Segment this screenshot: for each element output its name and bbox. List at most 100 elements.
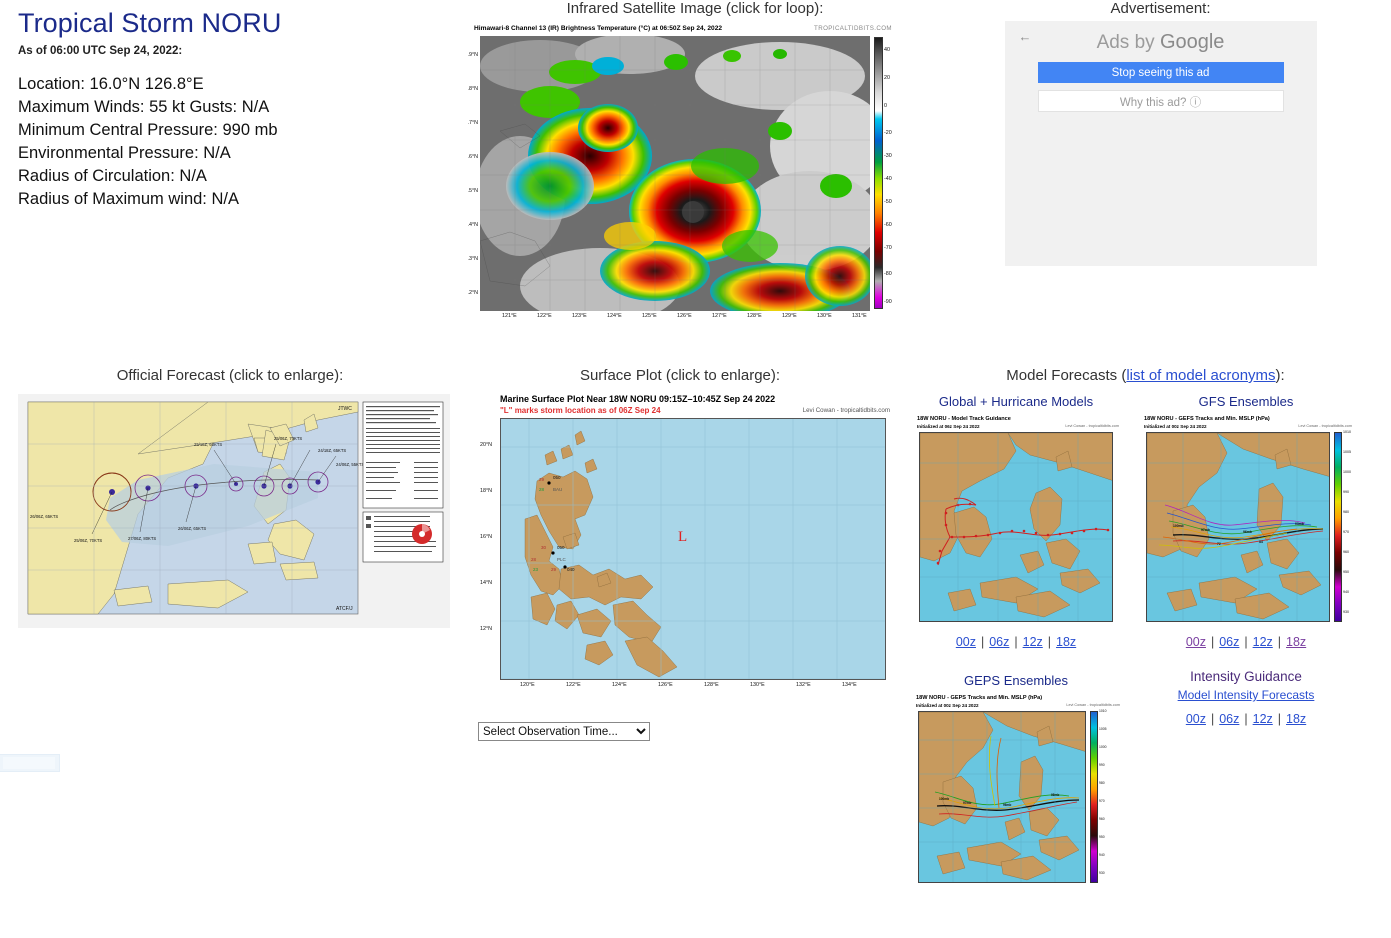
stat-radius-circulation: Radius of Circulation: N/A xyxy=(18,167,207,185)
ir-cloud-field xyxy=(480,36,870,311)
panel-subtitle-global-models: Global + Hurricane Models xyxy=(938,394,1094,409)
svg-text:23: 23 xyxy=(533,567,539,572)
official-forecast-column: Official Forecast (click to enlarge): 24… xyxy=(0,367,460,628)
google-brand-text: Google xyxy=(1159,31,1225,53)
official-forecast-heading: Official Forecast (click to enlarge): xyxy=(116,367,344,384)
as-of-timestamp: As of 06:00 UTC Sep 24, 2022: xyxy=(18,45,183,57)
stat-location: Location: 16.0°N 126.8°E xyxy=(18,75,204,93)
track-label: 26/06Z, 65KTS xyxy=(30,514,58,519)
top-row: Tropical Storm NORU As of 06:00 UTC Sep … xyxy=(0,0,1391,331)
geps-colorbar-ticks: 1010 1005 1000 990 980 970 960 950 940 9… xyxy=(1099,709,1107,875)
track-label: 25/06Z, 70KTS xyxy=(74,538,102,543)
geps-tracks-image[interactable]: 18W NORU - GEPS Tracks and Min. MSLP (hP… xyxy=(910,694,1122,890)
satellite-watermark: TROPICALTIDBITS.COM xyxy=(814,25,892,32)
svg-text:84: 84 xyxy=(1259,540,1263,544)
svg-text:72: 72 xyxy=(1217,542,1221,546)
run-time-06z[interactable]: 06z xyxy=(989,635,1009,649)
advertisement-column: Advertisement: ← Ads by Google Stop seei… xyxy=(930,0,1391,266)
run-time-18z[interactable]: 18z xyxy=(1056,635,1076,649)
stat-min-pressure: Minimum Central Pressure: 990 mb xyxy=(18,121,278,139)
gefs-map: 98mb 96mb 97mb 100mb 72 84 xyxy=(1146,432,1330,622)
svg-text:30: 30 xyxy=(541,545,547,550)
run-time-18z[interactable]: 18z xyxy=(1286,712,1306,726)
svg-text:97mb: 97mb xyxy=(963,801,971,805)
model-panels-row-2: GEPS Ensembles 18W NORU - GEPS Tracks an… xyxy=(900,663,1391,890)
svg-text:97mb: 97mb xyxy=(1201,528,1210,532)
model-forecasts-heading-suffix: ): xyxy=(1275,367,1285,384)
intensity-guidance-link-row: Model Intensity Forecasts xyxy=(1132,688,1360,702)
gefs-title: 18W NORU - GEFS Tracks and Min. MSLP (hP… xyxy=(1144,416,1270,422)
svg-text:98mb: 98mb xyxy=(1295,522,1304,526)
ir-colorbar-ticks: 40 20 0 -20 -30 -40 -50 -60 -70 -80 -90 xyxy=(884,47,892,305)
svg-text:100mb: 100mb xyxy=(1173,524,1184,528)
model-forecasts-heading: Model Forecasts (list of model acronyms)… xyxy=(900,367,1391,384)
surface-plot-title: Marine Surface Plot Near 18W NORU 09:15Z… xyxy=(500,394,776,404)
atcf-label: ATCF/J xyxy=(336,606,353,612)
philippines-map: 29 050 28 BAU 30 050 28 PLC 23 29 040 xyxy=(501,419,885,679)
svg-text:96mb: 96mb xyxy=(1003,803,1011,807)
official-forecast-map[interactable]: 24/18Z, 65KTS 25/06Z, 70KTS 24/06Z, 55KT… xyxy=(18,394,450,628)
run-time-00z[interactable]: 00z xyxy=(1186,635,1206,649)
run-time-00z[interactable]: 00z xyxy=(1186,712,1206,726)
model-track-title: 18W NORU - Model Track Guidance xyxy=(917,416,1011,422)
surface-longitude-axis: 120°E 122°E 124°E 126°E 128°E 130°E 132°… xyxy=(520,682,857,688)
storm-info-panel: Tropical Storm NORU As of 06:00 UTC Sep … xyxy=(0,0,460,211)
satellite-heading: Infrared Satellite Image (click for loop… xyxy=(566,0,824,17)
intensity-guidance-title: Intensity Guidance xyxy=(1190,669,1302,684)
agency-label: JTWC xyxy=(338,406,352,412)
surface-plot-heading: Surface Plot (click to enlarge): xyxy=(579,367,781,384)
run-time-12z[interactable]: 12z xyxy=(1253,635,1273,649)
run-time-12z[interactable]: 12z xyxy=(1023,635,1043,649)
model-track-init: Initialized at 06z Sep 24 2022 xyxy=(917,424,980,429)
run-time-12z[interactable]: 12z xyxy=(1253,712,1273,726)
model-forecasts-heading-prefix: Model Forecasts ( xyxy=(1006,367,1127,384)
svg-text:100mb: 100mb xyxy=(939,797,949,801)
back-arrow-icon[interactable]: ← xyxy=(1019,29,1032,44)
surface-plot-column: Surface Plot (click to enlarge): Marine … xyxy=(460,367,900,741)
panel-subtitle-geps-ensembles: GEPS Ensembles xyxy=(963,673,1069,688)
svg-text:28: 28 xyxy=(539,487,545,492)
track-label: 24/18Z, 65KTS xyxy=(318,448,346,453)
track-label: 26/06Z, 65KTS xyxy=(178,526,206,531)
observation-time-select[interactable]: Select Observation Time... xyxy=(478,722,650,741)
run-time-06z[interactable]: 06z xyxy=(1219,712,1239,726)
stop-seeing-ad-button[interactable]: Stop seeing this ad xyxy=(1037,62,1284,83)
geps-map: 98mb 96mb 97mb 100mb xyxy=(918,711,1086,883)
geps-init: Initialized at 00z Sep 24 2022 xyxy=(916,703,979,708)
model-panels-row: Global + Hurricane Models 18W NORU - Mod… xyxy=(900,384,1391,649)
model-intensity-forecasts-link[interactable]: Model Intensity Forecasts xyxy=(1178,688,1315,702)
surface-plot-map-area: 29 050 28 BAU 30 050 28 PLC 23 29 040 L xyxy=(500,418,886,680)
gefs-colorbar-ticks: 1010 1005 1000 990 980 970 960 950 940 9… xyxy=(1343,430,1351,614)
model-track-credit: Levi Cowan - tropicaltidbits.com xyxy=(1065,424,1119,428)
svg-text:040: 040 xyxy=(567,567,575,572)
surface-plot-image[interactable]: Marine Surface Plot Near 18W NORU 09:15Z… xyxy=(478,392,892,712)
svg-text:29: 29 xyxy=(551,567,557,572)
satellite-image[interactable]: Himawari-8 Channel 13 (IR) Brightness Te… xyxy=(468,23,896,331)
ir-colorbar xyxy=(874,37,883,309)
satellite-image-title: Himawari-8 Channel 13 (IR) Brightness Te… xyxy=(474,25,723,32)
global-models-run-times: 00z | 06z | 12z | 18z xyxy=(955,635,1077,649)
satellite-plot-area xyxy=(480,36,870,311)
low-pressure-marker: L xyxy=(678,529,688,545)
gefs-tracks-image[interactable]: 18W NORU - GEFS Tracks and Min. MSLP (hP… xyxy=(1138,415,1354,627)
satellite-latitude-axis: 19°N 18°N 17°N 16°N 15°N 14°N 13°N 12°N xyxy=(468,52,479,296)
gefs-colorbar xyxy=(1334,432,1342,622)
ads-by-google-label: Ads by Google xyxy=(1005,21,1317,54)
model-acronyms-link[interactable]: list of model acronyms xyxy=(1126,367,1275,384)
run-time-06z[interactable]: 06z xyxy=(1219,635,1239,649)
partial-offscreen-widget[interactable] xyxy=(0,754,60,772)
run-time-18z[interactable]: 18z xyxy=(1286,635,1306,649)
stat-max-winds: Maximum Winds: 55 kt Gusts: N/A xyxy=(18,98,270,116)
model-track-guidance-image[interactable]: 18W NORU - Model Track Guidance Initiali… xyxy=(911,415,1121,627)
svg-text:BAU: BAU xyxy=(553,487,562,492)
ads-by-text: Ads by xyxy=(1096,32,1160,53)
why-this-ad-button[interactable]: Why this ad? ⓘ xyxy=(1037,90,1284,112)
run-time-00z[interactable]: 00z xyxy=(956,635,976,649)
svg-text:PLC: PLC xyxy=(557,557,567,562)
satellite-column: Infrared Satellite Image (click for loop… xyxy=(460,0,930,331)
geps-title: 18W NORU - GEPS Tracks and Min. MSLP (hP… xyxy=(916,695,1043,701)
track-label: 27/06Z, 80KTS xyxy=(128,536,156,541)
surface-latitude-axis: 20°N 18°N 16°N 14°N 12°N xyxy=(480,442,493,632)
svg-text:050: 050 xyxy=(557,545,565,550)
svg-text:29: 29 xyxy=(539,477,545,482)
